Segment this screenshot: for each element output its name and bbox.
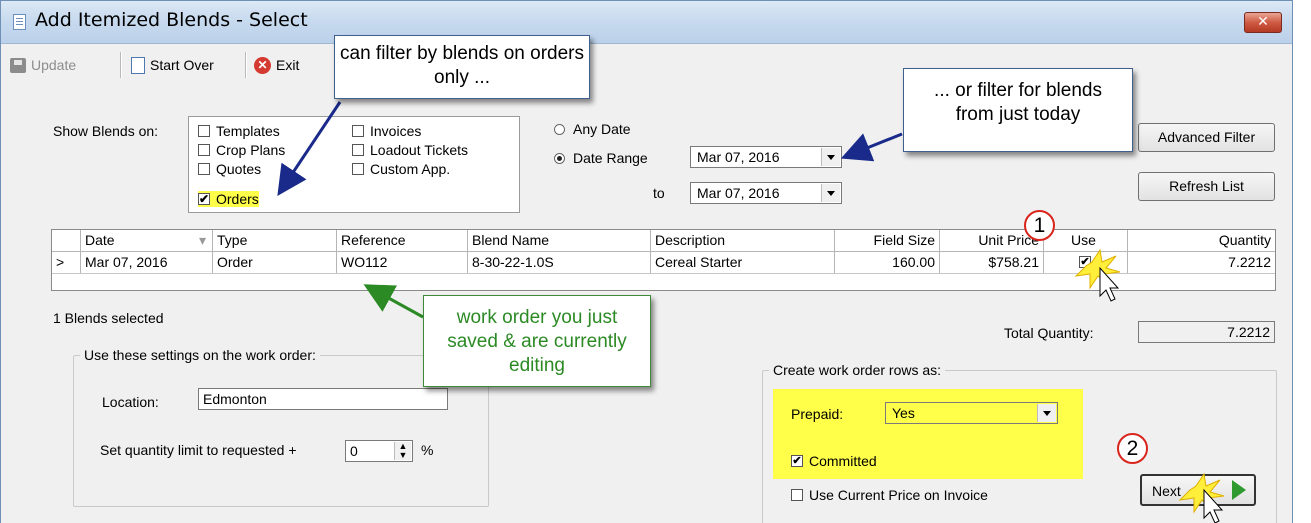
callout-orders: can filter by blends on orders only ... (334, 35, 590, 99)
callout-work-order: work order you just saved & are currentl… (423, 295, 651, 387)
step-badge-2: 2 (1117, 433, 1148, 464)
arrow-to-orders (277, 101, 342, 196)
step-badge-1: 1 (1024, 210, 1055, 241)
callout-today: ... or filter for blends from just today (903, 68, 1133, 152)
arrow-to-date (840, 132, 903, 162)
arrow-to-work-order (363, 284, 424, 319)
